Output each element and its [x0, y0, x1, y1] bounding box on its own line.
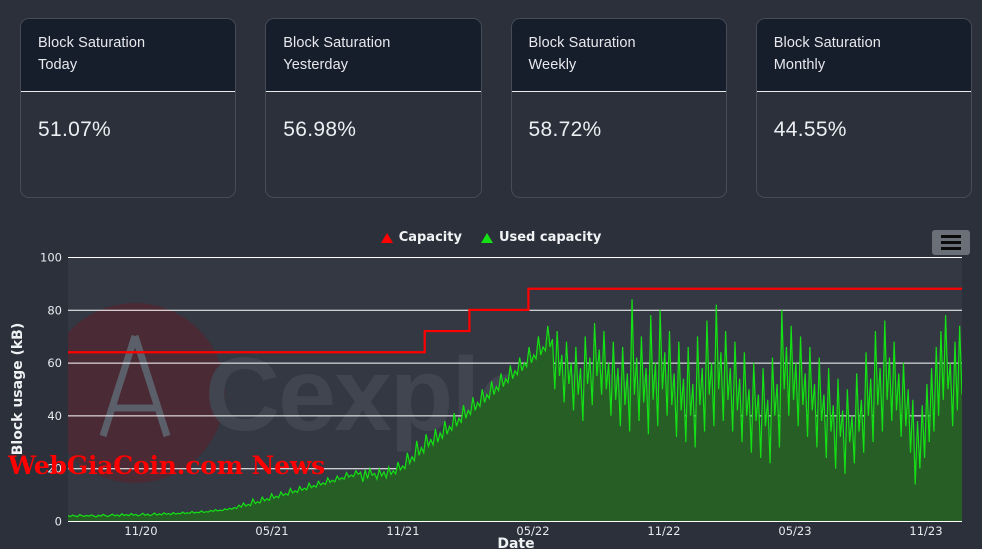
stat-card-body: 58.72%	[512, 92, 726, 197]
x-tick-label: 05/21	[255, 524, 288, 538]
block-usage-chart: Capacity Used capacity Cexplorer 100 80 …	[0, 208, 982, 549]
stat-card-header: Block Saturation Monthly	[756, 19, 971, 92]
x-tick-label: 11/20	[124, 524, 157, 538]
stat-card-today: Block Saturation Today 51.07%	[20, 18, 237, 198]
x-tick-label: 11/22	[647, 524, 680, 538]
x-tick-label: 11/21	[386, 524, 419, 538]
y-tick-label: 0	[55, 515, 62, 529]
stat-card-value: 58.72%	[528, 118, 602, 141]
y-tick-label: 40	[47, 409, 62, 423]
stat-card-yesterday: Block Saturation Yesterday 56.98%	[265, 18, 482, 198]
stat-card-header: Block Saturation Today	[21, 19, 236, 92]
stat-card-title: Block Saturation Today	[38, 35, 146, 73]
y-tick-label: 80	[47, 303, 62, 317]
stat-card-value: 56.98%	[283, 118, 357, 141]
brand-watermark: WebGiaCoin.com News	[8, 451, 326, 480]
stat-card-body: 51.07%	[21, 92, 235, 197]
y-tick-label: 60	[47, 356, 62, 370]
stat-card-body: 44.55%	[757, 92, 971, 197]
stat-card-header: Block Saturation Yesterday	[266, 19, 481, 92]
stat-card-row: Block Saturation Today 51.07% Block Satu…	[20, 18, 972, 198]
stat-card-weekly: Block Saturation Weekly 58.72%	[510, 18, 727, 198]
stat-card-title: Block Saturation Monthly	[773, 35, 881, 73]
chart-canvas: Cexplorer 100 80 60 40 20 0 11/20 05/21 …	[10, 251, 962, 549]
block-saturation-page: Block Saturation Today 51.07% Block Satu…	[0, 0, 982, 549]
y-tick-label: 100	[40, 251, 62, 265]
x-tick-label: 11/23	[909, 524, 942, 538]
stat-card-title: Block Saturation Weekly	[528, 35, 636, 73]
x-axis-title: Date	[497, 536, 534, 549]
stat-card-header: Block Saturation Weekly	[511, 19, 726, 92]
y-axis-title: Block usage (kB)	[10, 323, 26, 456]
stat-card-value: 44.55%	[773, 118, 847, 141]
stat-card-value: 51.07%	[38, 118, 112, 141]
x-tick-label: 05/23	[778, 524, 811, 538]
stat-card-monthly: Block Saturation Monthly 44.55%	[755, 18, 972, 198]
y-axis-ticks: 100 80 60 40 20 0	[40, 251, 62, 529]
stat-card-title: Block Saturation Yesterday	[283, 35, 391, 73]
stat-card-body: 56.98%	[266, 92, 480, 197]
